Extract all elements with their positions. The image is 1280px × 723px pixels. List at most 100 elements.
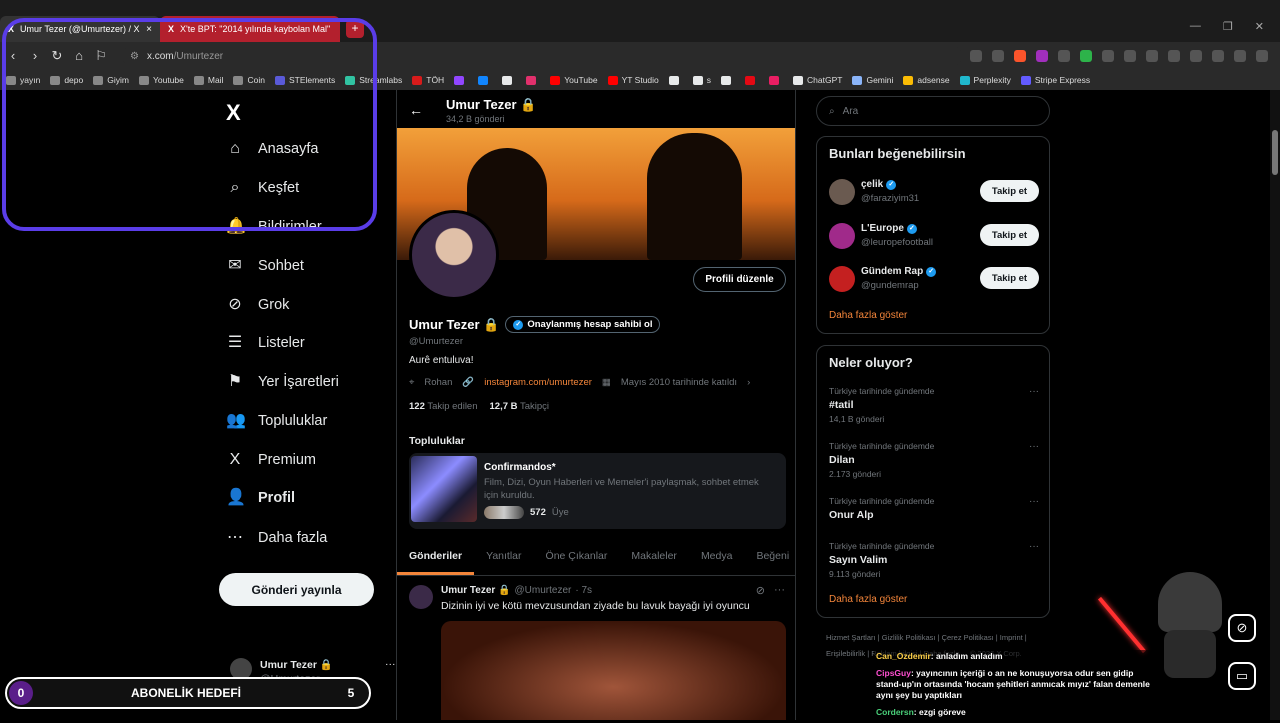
avatar[interactable]: [829, 266, 855, 292]
bookmark-item[interactable]: [745, 75, 759, 85]
vpn-icon[interactable]: [1234, 50, 1246, 62]
bookmark-item[interactable]: Gemini: [852, 75, 893, 85]
wallet-icon[interactable]: [1190, 50, 1202, 62]
bookmark-item[interactable]: TÖH: [412, 75, 444, 85]
followers-link[interactable]: 12,7 B Takipçi: [490, 401, 550, 412]
nav-item-10[interactable]: ⋯ Daha fazla: [226, 529, 327, 547]
minimize-button[interactable]: —: [1190, 20, 1201, 33]
extension-icon[interactable]: [1102, 50, 1114, 62]
bookmark-item[interactable]: Youtube: [138, 75, 184, 85]
show-more-link[interactable]: Daha fazla göster: [829, 310, 907, 321]
more-icon[interactable]: ···: [1029, 386, 1039, 397]
extension-icon[interactable]: [1080, 50, 1092, 62]
nav-item-6[interactable]: ⚑ Yer İşaretleri: [226, 373, 339, 391]
follow-button[interactable]: Takip et: [980, 267, 1039, 289]
profile-link[interactable]: instagram.com/umurtezer: [484, 377, 592, 388]
bookmark-icon[interactable]: ⚐: [94, 49, 108, 63]
avatar[interactable]: [829, 179, 855, 205]
edit-profile-button[interactable]: Profili düzenle: [693, 267, 786, 292]
home-icon[interactable]: ⌂: [72, 49, 86, 63]
tab-post[interactable]: X X'te BPT: "2014 yılında kaybolan Mal": [160, 16, 340, 42]
menu-icon[interactable]: [1256, 50, 1268, 62]
trend-item[interactable]: Türkiye tarihinde gündemde Onur Alp ···: [829, 496, 1039, 521]
close-window-button[interactable]: ✕: [1255, 20, 1264, 33]
bookmark-item[interactable]: Coin: [233, 75, 265, 85]
more-icon[interactable]: ···: [1029, 541, 1039, 552]
scrollbar-thumb[interactable]: [1272, 130, 1278, 175]
extension-icon[interactable]: [1058, 50, 1070, 62]
cast-icon[interactable]: [970, 50, 982, 62]
leo-ai-icon[interactable]: [1212, 50, 1224, 62]
nav-item-8[interactable]: X Premium: [226, 451, 316, 469]
bookmark-item[interactable]: [721, 75, 735, 85]
forward-icon[interactable]: ›: [28, 49, 42, 63]
url-field[interactable]: ⚙ x.com/Umurtezer: [122, 46, 962, 66]
reload-icon[interactable]: ↻: [50, 49, 64, 63]
nav-item-5[interactable]: ☰ Listeler: [226, 334, 305, 352]
extension-icon[interactable]: [1146, 50, 1158, 62]
trend-item[interactable]: Türkiye tarihinde gündemde Dilan 2.173 gön…: [829, 441, 1039, 479]
nav-item-9[interactable]: 👤 Profil: [226, 489, 295, 507]
nav-item-1[interactable]: ⌕ Keşfet: [226, 179, 300, 197]
overlay-button[interactable]: ⊘: [1228, 614, 1256, 642]
bookmark-item[interactable]: YouTube: [550, 75, 598, 85]
search-input[interactable]: ⌕ Ara: [816, 96, 1050, 126]
tab-close-icon[interactable]: ×: [146, 24, 152, 35]
more-icon[interactable]: ···: [385, 658, 396, 685]
bookmark-item[interactable]: adsense: [903, 75, 950, 85]
tab-profile[interactable]: X Umur Tezer (@Umurtezer) / X ×: [0, 16, 160, 42]
bookmark-item[interactable]: [454, 75, 468, 85]
nav-item-2[interactable]: 🔔 Bildirimler: [226, 218, 322, 236]
site-info-icon[interactable]: ⚙: [130, 51, 139, 62]
brave-shield-icon[interactable]: [1014, 50, 1026, 62]
bookmark-item[interactable]: s: [692, 75, 711, 85]
suggestion-row[interactable]: çelik ✓ @faraziyim31 Takip et: [829, 177, 1039, 207]
profile-tab[interactable]: Yanıtlar: [474, 542, 533, 575]
tweet-time[interactable]: · 7s: [575, 585, 592, 596]
bookmark-item[interactable]: yayın: [6, 75, 40, 85]
profile-avatar[interactable]: [409, 210, 499, 300]
profile-tab[interactable]: Beğeni: [744, 542, 795, 575]
suggestion-row[interactable]: L'Europe ✓ @leuropefootball Takip et: [829, 221, 1039, 251]
nav-item-3[interactable]: ✉ Sohbet: [226, 257, 304, 275]
puzzle-icon[interactable]: [1124, 50, 1136, 62]
following-link[interactable]: 122 Takip edilen: [409, 401, 478, 412]
back-arrow-icon[interactable]: ←: [409, 102, 423, 118]
bookmark-item[interactable]: Perplexity: [959, 75, 1011, 85]
overlay-button[interactable]: ▭: [1228, 662, 1256, 690]
grok-icon[interactable]: ⊘: [756, 584, 765, 597]
bookmark-item[interactable]: [668, 75, 683, 85]
post-button[interactable]: Gönderi yayınla: [219, 573, 374, 606]
chevron-right-icon[interactable]: ›: [747, 377, 750, 388]
new-tab-button[interactable]: +: [346, 20, 364, 38]
bookmark-item[interactable]: Stripe Express: [1020, 75, 1090, 85]
maximize-button[interactable]: ❐: [1223, 20, 1233, 33]
more-icon[interactable]: ···: [1029, 496, 1039, 507]
x-logo-icon[interactable]: X: [226, 100, 241, 126]
profile-tab[interactable]: Medya: [689, 542, 745, 575]
sidebar-toggle-icon[interactable]: [1168, 50, 1180, 62]
bookmark-item[interactable]: ChatGPT: [793, 75, 842, 85]
back-icon[interactable]: ‹: [6, 49, 20, 63]
get-verified-button[interactable]: ✓ Onaylanmış hesap sahibi ol: [505, 316, 661, 333]
suggestion-row[interactable]: Gündem Rap ✓ @gundemrap Takip et: [829, 264, 1039, 294]
tweet-author[interactable]: Umur Tezer 🔒: [441, 585, 511, 596]
trend-item[interactable]: Türkiye tarihinde gündemde #tatil 14,1 B g…: [829, 386, 1039, 424]
bookmark-item[interactable]: [478, 75, 492, 85]
trend-item[interactable]: Türkiye tarihinde gündemde Sayın Valim 9.1…: [829, 541, 1039, 579]
tweet-media[interactable]: [441, 621, 786, 720]
profile-tab[interactable]: Öne Çıkanlar: [534, 542, 620, 575]
profile-tab[interactable]: Makaleler: [619, 542, 689, 575]
avatar[interactable]: [829, 223, 855, 249]
bookmark-item[interactable]: Giyim: [93, 75, 129, 85]
bookmark-item[interactable]: YT Studio: [607, 75, 659, 85]
nav-item-0[interactable]: ⌂ Anasayfa: [226, 140, 318, 158]
bookmark-item[interactable]: [769, 75, 783, 85]
bookmark-item[interactable]: depo: [50, 75, 83, 85]
bookmark-item[interactable]: [526, 75, 540, 85]
more-icon[interactable]: ···: [774, 584, 785, 596]
show-more-link[interactable]: Daha fazla göster: [829, 594, 907, 605]
nav-item-4[interactable]: ⊘ Grok: [226, 296, 289, 314]
follow-button[interactable]: Takip et: [980, 224, 1039, 246]
profile-tab[interactable]: Gönderiler: [397, 542, 475, 575]
